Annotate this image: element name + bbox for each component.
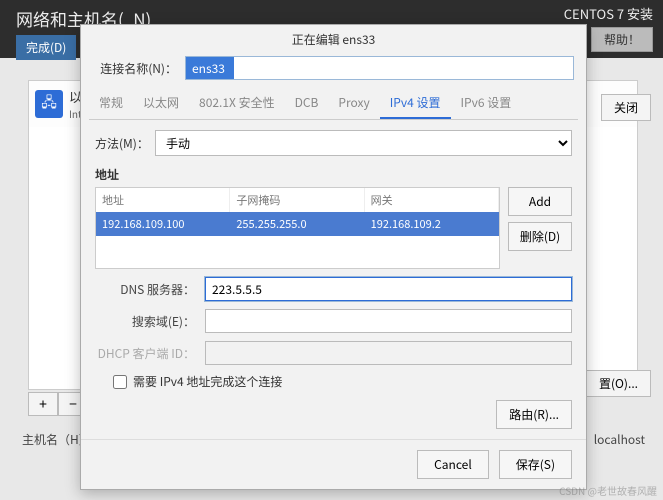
connection-name-label: 连接名称(N)： bbox=[93, 60, 177, 77]
save-button[interactable]: 保存(S) bbox=[499, 450, 572, 479]
tab-proxy[interactable]: Proxy bbox=[328, 88, 379, 119]
search-domain-input[interactable] bbox=[205, 309, 572, 333]
add-iface-button[interactable]: + bbox=[28, 392, 58, 416]
tab-bar: 常规 以太网 802.1X 安全性 DCB Proxy IPv4 设置 IPv6… bbox=[89, 88, 578, 120]
table-row[interactable]: 192.168.109.100 255.255.255.0 192.168.10… bbox=[96, 212, 499, 236]
close-button[interactable]: 关闭 bbox=[601, 94, 651, 121]
dialog-title: 正在编辑 ens33 bbox=[81, 25, 586, 52]
search-domain-label: 搜索域(E)： bbox=[95, 313, 195, 330]
help-button[interactable]: 帮助！ bbox=[591, 27, 653, 52]
hostname-value: localhost bbox=[594, 431, 645, 448]
tab-security[interactable]: 802.1X 安全性 bbox=[189, 88, 285, 119]
connection-name-input[interactable] bbox=[185, 56, 574, 80]
tab-ipv6[interactable]: IPv6 设置 bbox=[451, 88, 522, 119]
cell-gateway: 192.168.109.2 bbox=[365, 212, 499, 236]
configure-button[interactable]: 置(O)... bbox=[586, 370, 651, 397]
col-address: 地址 bbox=[96, 188, 230, 212]
routes-button[interactable]: 路由(R)... bbox=[496, 400, 572, 429]
ethernet-icon: 🖧 bbox=[35, 90, 63, 118]
cancel-button[interactable]: Cancel bbox=[417, 450, 489, 479]
method-select[interactable]: 手动 bbox=[155, 130, 572, 156]
require-ipv4-checkbox[interactable] bbox=[113, 375, 127, 389]
add-remove-bar: + − bbox=[28, 392, 88, 416]
dhcp-client-id-input bbox=[205, 341, 572, 365]
tab-ethernet[interactable]: 以太网 bbox=[133, 88, 189, 119]
edit-connection-dialog: 正在编辑 ens33 连接名称(N)： 常规 以太网 802.1X 安全性 DC… bbox=[80, 24, 587, 490]
tab-dcb[interactable]: DCB bbox=[285, 88, 329, 119]
cell-netmask: 255.255.255.0 bbox=[230, 212, 364, 236]
product-label: CENTOS 7 安装 bbox=[564, 4, 653, 23]
col-gateway: 网关 bbox=[365, 188, 499, 212]
watermark: CSDN @老世故春风醒 bbox=[559, 483, 657, 498]
tab-general[interactable]: 常规 bbox=[89, 88, 133, 119]
dhcp-client-id-label: DHCP 客户端 ID： bbox=[95, 345, 195, 362]
address-table[interactable]: 地址 子网掩码 网关 192.168.109.100 255.255.255.0… bbox=[95, 187, 500, 269]
cell-address: 192.168.109.100 bbox=[96, 212, 230, 236]
delete-address-button[interactable]: 删除(D) bbox=[508, 222, 572, 251]
col-netmask: 子网掩码 bbox=[230, 188, 364, 212]
add-address-button[interactable]: Add bbox=[508, 187, 572, 216]
dns-input[interactable] bbox=[205, 277, 572, 301]
done-button[interactable]: 完成(D) bbox=[16, 35, 76, 60]
address-section-label: 地址 bbox=[95, 166, 572, 183]
method-label: 方法(M)： bbox=[95, 135, 155, 152]
require-ipv4-label: 需要 IPv4 地址完成这个连接 bbox=[133, 373, 282, 390]
tab-ipv4[interactable]: IPv4 设置 bbox=[380, 88, 451, 119]
dns-label: DNS 服务器： bbox=[95, 281, 195, 298]
